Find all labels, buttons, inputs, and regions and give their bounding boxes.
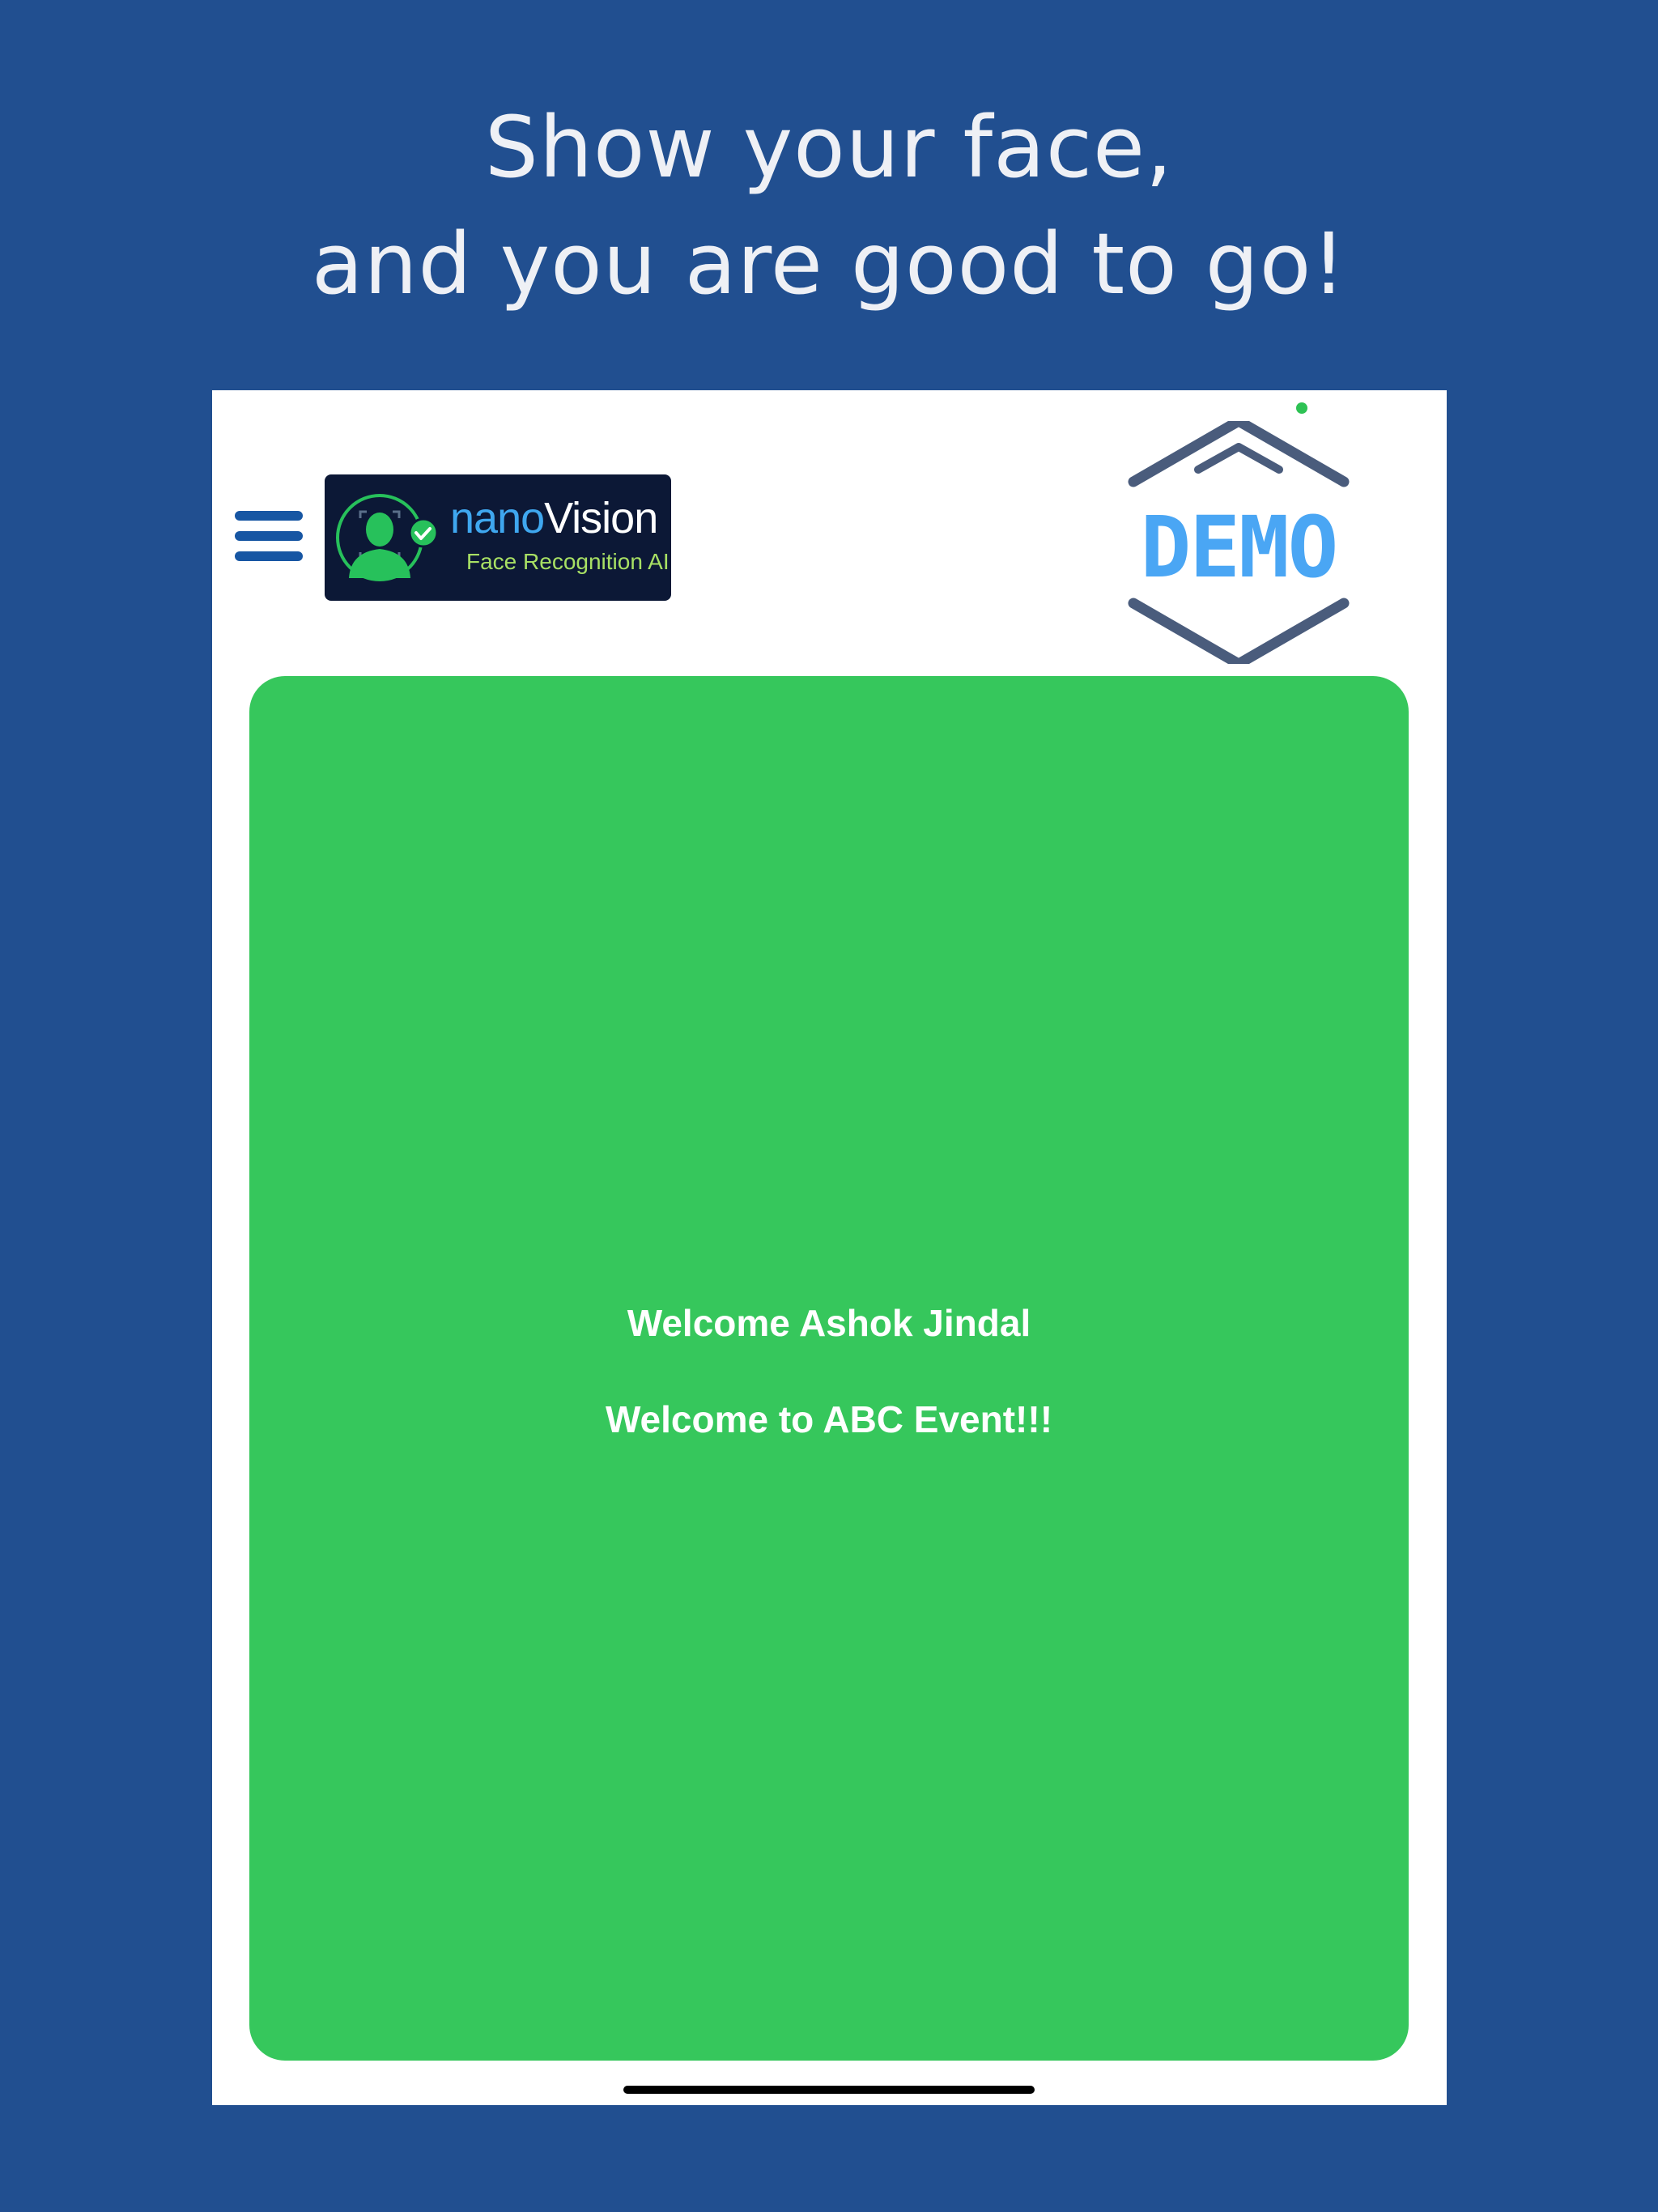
demo-badge: DEMO	[1117, 415, 1360, 670]
menu-bar	[235, 531, 303, 541]
logo-wordmark-nano: nano	[450, 494, 545, 542]
welcome-name-message: Welcome Ashok Jindal	[627, 1302, 1031, 1344]
welcome-event-message: Welcome to ABC Event!!!	[605, 1398, 1053, 1440]
headline-line-2: and you are good to go!	[311, 215, 1347, 313]
device-screen: nanoVision Face Recognition AI DEMO Welc…	[212, 390, 1447, 2105]
menu-bar	[235, 511, 303, 521]
nanovision-logo: nanoVision Face Recognition AI	[325, 474, 671, 601]
hamburger-menu-icon[interactable]	[235, 508, 303, 564]
camera-indicator-dot	[1296, 402, 1307, 414]
recognition-status-panel: Welcome Ashok Jindal Welcome to ABC Even…	[249, 676, 1409, 2061]
marketing-headline: Show your face, and you are good to go!	[0, 89, 1658, 322]
demo-label: DEMO	[1140, 498, 1338, 597]
headline-line-1: Show your face,	[484, 98, 1174, 197]
home-indicator-bar[interactable]	[623, 2086, 1035, 2094]
menu-bar	[235, 551, 303, 561]
logo-wordmark-vision: Vision	[544, 494, 658, 542]
logo-tagline: Face Recognition AI	[466, 549, 670, 574]
logo-wordmark: nanoVision	[450, 492, 658, 544]
